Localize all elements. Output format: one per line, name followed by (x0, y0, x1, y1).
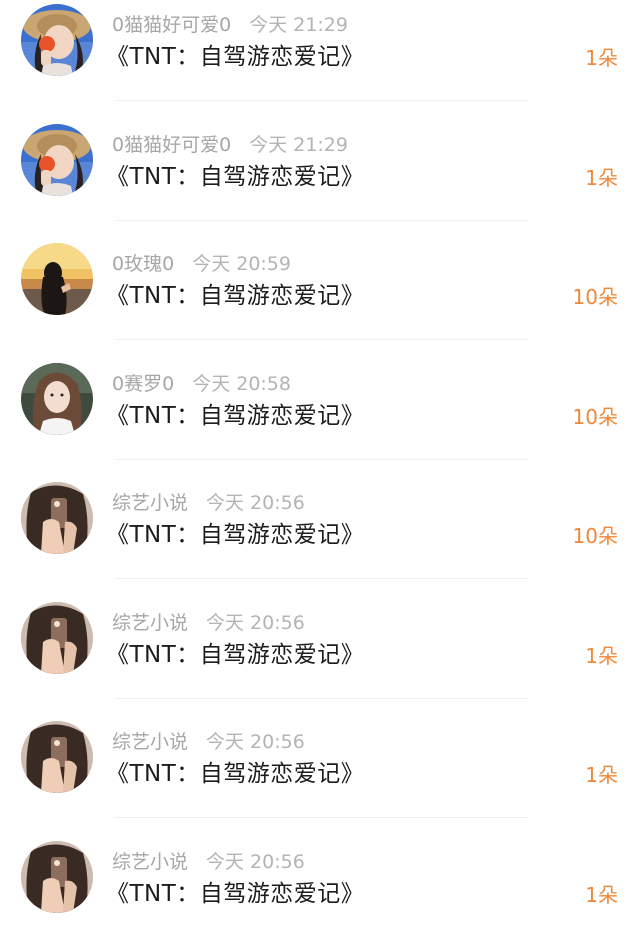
item-meta: 0猫猫好可爱0 今天 21:29 (112, 132, 348, 158)
gift-record-list: 0猫猫好可爱0 今天 21:29 《TNT：自驾游恋爱记》 1朵 0猫猫好可爱0 今… (0, 0, 640, 926)
timestamp: 今天 20:56 (206, 611, 305, 634)
book-title[interactable]: 《TNT：自驾游恋爱记》 (106, 638, 364, 672)
list-item[interactable]: 0赛罗0 今天 20:58 《TNT：自驾游恋爱记》 10朵 (0, 359, 640, 479)
list-item[interactable]: 综艺小说 今天 20:56 《TNT：自驾游恋爱记》 1朵 (0, 598, 640, 718)
avatar-girl-phone-selfie-icon[interactable] (21, 482, 93, 554)
flower-amount: 10朵 (572, 524, 618, 548)
divider (114, 339, 528, 340)
user-name[interactable]: 综艺小说 (112, 731, 188, 753)
divider (114, 219, 528, 221)
book-title[interactable]: 《TNT：自驾游恋爱记》 (106, 757, 364, 791)
list-item[interactable]: 综艺小说 今天 20:56 《TNT：自驾游恋爱记》 1朵 (0, 837, 640, 926)
flower-amount: 10朵 (572, 404, 618, 429)
flower-amount: 1朵 (585, 763, 618, 787)
book-title[interactable]: 《TNT：自驾游恋爱记》 (106, 160, 364, 194)
timestamp: 今天 21:29 (249, 14, 348, 36)
book-title[interactable]: 《TNT：自驾游恋爱记》 (106, 40, 364, 74)
flower-amount: 1朵 (585, 882, 618, 907)
avatar-girl-phone-selfie-icon[interactable] (21, 721, 93, 793)
avatar-girl-phone-selfie-icon[interactable] (21, 841, 93, 913)
timestamp: 今天 21:29 (249, 133, 348, 156)
user-name[interactable]: 0猫猫好可爱0 (112, 14, 231, 36)
flower-amount: 10朵 (572, 285, 618, 309)
user-name[interactable]: 综艺小说 (112, 851, 188, 873)
user-name[interactable]: 0玫瑰0 (112, 253, 174, 275)
item-meta: 综艺小说 今天 20:56 (112, 610, 305, 636)
list-item[interactable]: 综艺小说 今天 20:56 《TNT：自驾游恋爱记》 1朵 (0, 717, 640, 837)
divider (114, 817, 528, 818)
user-name[interactable]: 0赛罗0 (112, 373, 174, 395)
timestamp: 今天 20:56 (206, 731, 305, 753)
timestamp: 今天 20:58 (192, 372, 291, 395)
book-title[interactable]: 《TNT：自驾游恋爱记》 (106, 877, 364, 911)
list-item[interactable]: 0玫瑰0 今天 20:59 《TNT：自驾游恋爱记》 10朵 (0, 239, 640, 359)
flower-amount: 1朵 (585, 643, 618, 668)
avatar-girl-phone-selfie-icon[interactable] (21, 602, 93, 674)
item-meta: 综艺小说 今天 20:56 (112, 849, 305, 875)
item-meta: 0猫猫好可爱0 今天 21:29 (112, 12, 348, 38)
user-name[interactable]: 综艺小说 (112, 492, 188, 514)
user-name[interactable]: 综艺小说 (112, 612, 188, 634)
divider (114, 458, 528, 460)
item-meta: 0玫瑰0 今天 20:59 (112, 251, 291, 277)
flower-amount: 1朵 (585, 165, 618, 190)
divider (114, 100, 528, 101)
list-item[interactable]: 0猫猫好可爱0 今天 21:29 《TNT：自驾游恋爱记》 1朵 (0, 120, 640, 240)
item-meta: 综艺小说 今天 20:56 (112, 490, 305, 516)
avatar-girl-straw-hat-icon[interactable] (21, 4, 93, 76)
divider (114, 697, 528, 699)
timestamp: 今天 20:56 (206, 492, 305, 514)
timestamp: 今天 20:59 (192, 253, 291, 275)
divider (114, 578, 528, 579)
book-title[interactable]: 《TNT：自驾游恋爱记》 (106, 399, 364, 433)
flower-amount: 1朵 (585, 46, 618, 70)
list-item[interactable]: 0猫猫好可爱0 今天 21:29 《TNT：自驾游恋爱记》 1朵 (0, 0, 640, 120)
item-meta: 0赛罗0 今天 20:58 (112, 371, 291, 397)
avatar-girl-straw-hat-icon[interactable] (21, 124, 93, 196)
user-name[interactable]: 0猫猫好可爱0 (112, 134, 231, 156)
item-meta: 综艺小说 今天 20:56 (112, 729, 305, 755)
book-title[interactable]: 《TNT：自驾游恋爱记》 (106, 279, 364, 313)
list-item[interactable]: 综艺小说 今天 20:56 《TNT：自驾游恋爱记》 10朵 (0, 478, 640, 598)
avatar-girl-sunset-icon[interactable] (21, 243, 93, 315)
avatar-girl-portrait-icon[interactable] (21, 363, 93, 435)
timestamp: 今天 20:56 (206, 850, 305, 873)
book-title[interactable]: 《TNT：自驾游恋爱记》 (106, 518, 364, 552)
